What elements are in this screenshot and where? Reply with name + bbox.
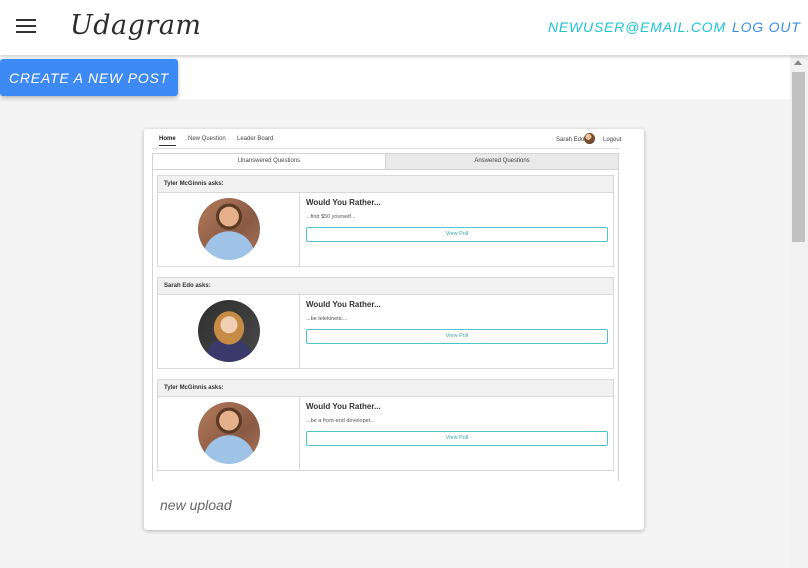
post-caption: new upload <box>160 497 232 513</box>
question-card: Tyler McGinnis asks: Would You Rather...… <box>157 175 614 267</box>
scroll-up-arrow-icon[interactable] <box>794 60 802 65</box>
scrollbar-thumb[interactable] <box>792 72 805 242</box>
question-title: Would You Rather... <box>306 300 381 309</box>
hamburger-menu-icon[interactable] <box>16 19 36 35</box>
question-author: Sarah Edo asks: <box>158 278 613 295</box>
user-email-link[interactable]: NEWUSER@EMAIL.COM <box>548 19 726 35</box>
author-avatar <box>198 402 260 464</box>
author-avatar <box>198 198 260 260</box>
question-avatar-cell <box>158 295 300 368</box>
inner-tab-unanswered: Unanswered Questions <box>153 154 386 169</box>
create-post-button[interactable]: CREATE A NEW POST <box>0 59 178 96</box>
question-avatar-cell <box>158 397 300 470</box>
question-avatar-cell <box>158 193 300 266</box>
question-card: Tyler McGinnis asks: Would You Rather...… <box>157 379 614 471</box>
question-text: ...be telekinetic... <box>306 316 348 322</box>
inner-question-tabs: Unanswered Questions Answered Questions <box>152 153 619 170</box>
question-text: ...find $50 yourself... <box>306 214 356 220</box>
question-author: Tyler McGinnis asks: <box>158 380 613 397</box>
inner-avatar <box>584 133 595 144</box>
post-card: Home New Question Leader Board Sarah Edo… <box>144 129 644 530</box>
inner-tab-leader-board: Leader Board <box>237 136 274 142</box>
inner-nav: Home New Question Leader Board Sarah Edo… <box>152 131 622 149</box>
view-poll-button: View Poll <box>306 431 608 446</box>
view-poll-button: View Poll <box>306 227 608 242</box>
vertical-scrollbar[interactable] <box>790 55 808 568</box>
view-poll-button: View Poll <box>306 329 608 344</box>
inner-tab-home: Home <box>159 136 176 146</box>
app-logo[interactable]: Udagram <box>70 10 202 41</box>
question-author: Tyler McGinnis asks: <box>158 176 613 193</box>
question-card: Sarah Edo asks: Would You Rather... ...b… <box>157 277 614 369</box>
question-text: ...be a front-end developer... <box>306 418 375 424</box>
inner-tab-answered: Answered Questions <box>386 154 618 169</box>
logout-link[interactable]: LOG OUT <box>732 19 801 35</box>
author-avatar <box>198 300 260 362</box>
inner-user-name: Sarah Edo <box>556 137 585 143</box>
inner-tab-new-question: New Question <box>188 136 226 142</box>
post-image[interactable]: Home New Question Leader Board Sarah Edo… <box>144 129 644 481</box>
inner-logout: Logout <box>603 137 622 143</box>
question-title: Would You Rather... <box>306 402 381 411</box>
question-title: Would You Rather... <box>306 198 381 207</box>
app-bar: Udagram NEWUSER@EMAIL.COM LOG OUT <box>0 0 808 55</box>
